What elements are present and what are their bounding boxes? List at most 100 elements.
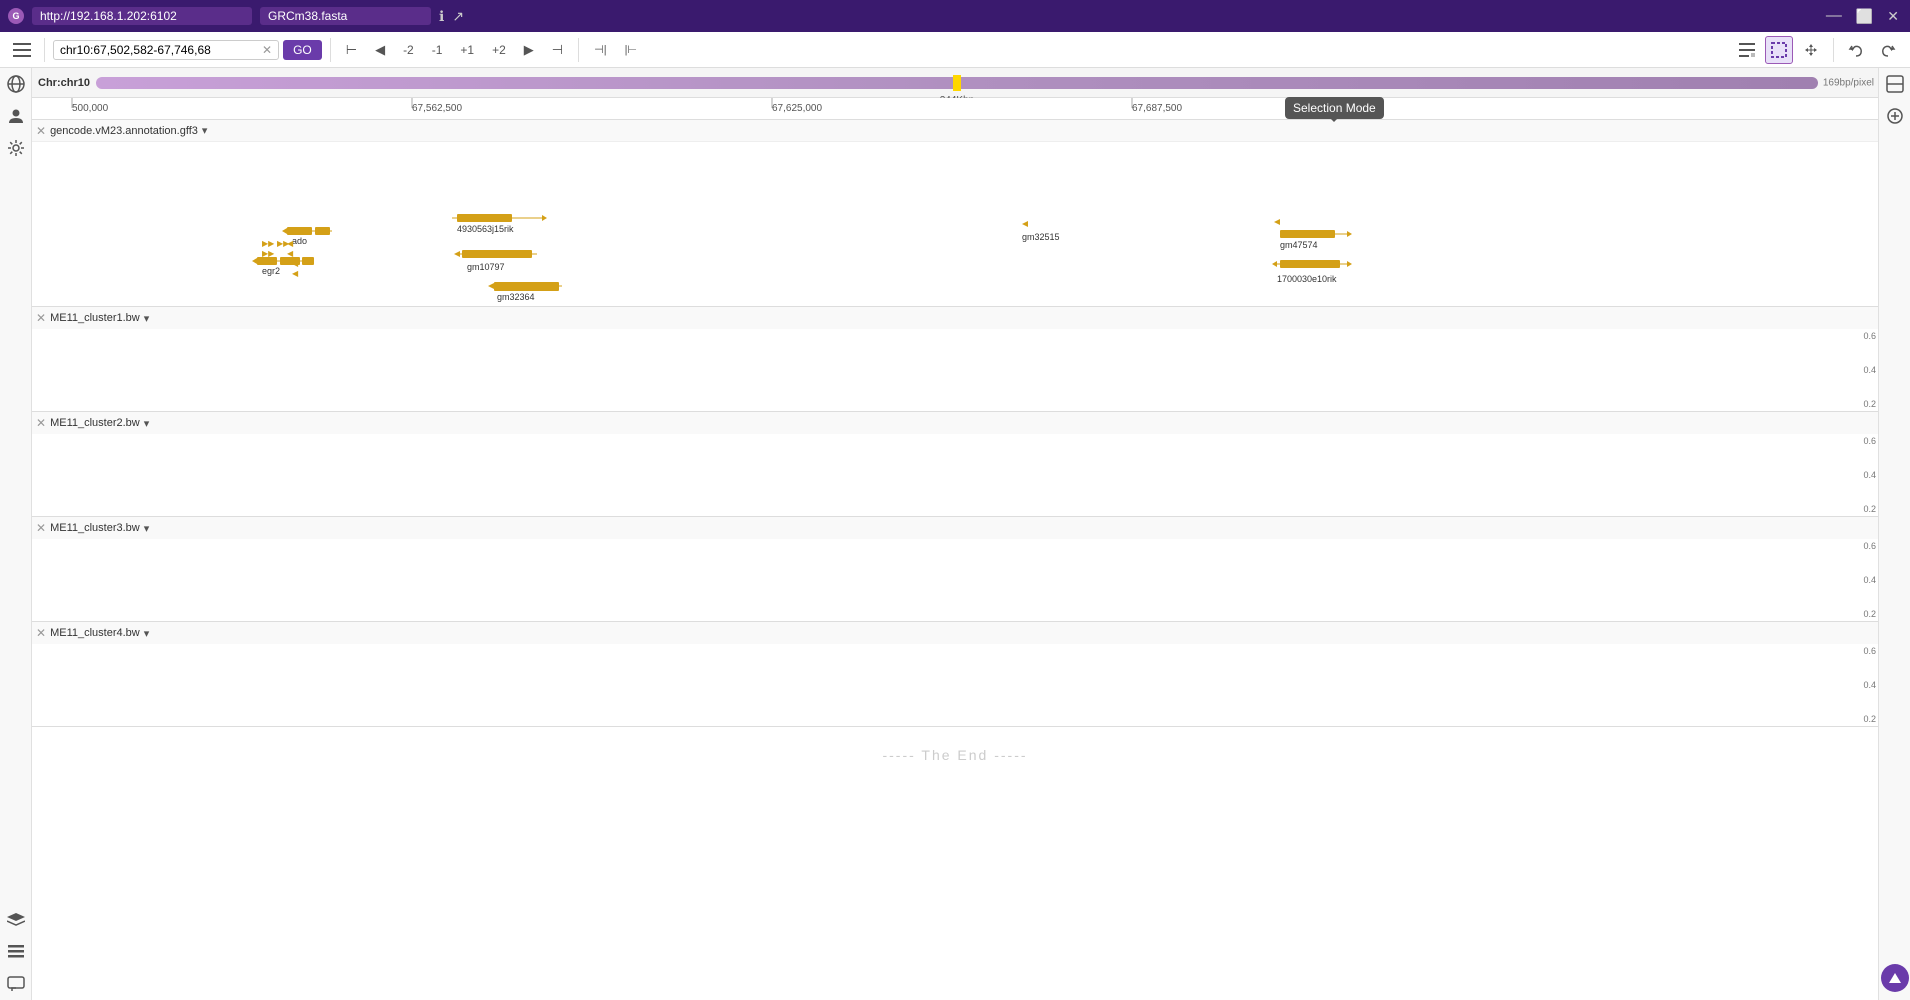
- gencode-track: ✕ gencode.vM23.annotation.gff3 ▾ egr2: [32, 120, 1878, 307]
- svg-text:◀: ◀: [292, 259, 299, 268]
- zoom-in1-button[interactable]: +1: [453, 40, 481, 60]
- fit-all-button[interactable]: ⊣|: [587, 40, 613, 59]
- igv-left-sidebar: [0, 68, 32, 1000]
- menu-icon[interactable]: [8, 36, 36, 64]
- user-icon[interactable]: [4, 104, 28, 128]
- igv-main: Chr:chr10 244Kbp 169bp/pixel 500,000 67,…: [0, 68, 1910, 1000]
- next-page-button[interactable]: ▶: [517, 39, 541, 61]
- ME11-cluster3-dropdown[interactable]: ▾: [144, 522, 150, 535]
- zoom-in2-button[interactable]: +2: [485, 40, 513, 60]
- locus-wrapper: ✕: [53, 40, 279, 60]
- chat-icon[interactable]: [4, 972, 28, 996]
- ruler-ticks: [32, 98, 1878, 120]
- ME11-cluster3-content[interactable]: 0.6 0.4 0.2: [32, 539, 1878, 621]
- zoom-out2-button[interactable]: -2: [396, 40, 421, 60]
- ME11-cluster1-track: ✕ ME11_cluster1.bw ▾ /* signal bars rend…: [32, 307, 1878, 412]
- ME11-cluster3-name: ME11_cluster3.bw: [50, 522, 140, 534]
- svg-text:▶▶: ▶▶: [262, 239, 275, 248]
- selection-mode-button[interactable]: [1765, 36, 1793, 64]
- ruler-track: 500,000 67,562,500 67,625,000 67,687,500: [32, 98, 1878, 120]
- ME11-cluster1-close-button[interactable]: ✕: [36, 311, 46, 325]
- igv-tracks: Chr:chr10 244Kbp 169bp/pixel 500,000 67,…: [32, 68, 1878, 1000]
- track-list-icon[interactable]: [1733, 36, 1761, 64]
- ME11-cluster2-name: ME11_cluster2.bw: [50, 417, 140, 429]
- redo-button[interactable]: [1874, 36, 1902, 64]
- window-minimize-icon[interactable]: —: [1826, 7, 1842, 25]
- locus-clear-button[interactable]: ✕: [262, 43, 272, 57]
- genome-icon[interactable]: [4, 72, 28, 96]
- ME11-cluster1-content[interactable]: /* signal bars rendered below via SVG re…: [32, 329, 1878, 411]
- zoom-out1-button[interactable]: -1: [425, 40, 450, 60]
- ME11-cluster4-scale: 0.6 0.4 0.2: [1863, 644, 1876, 726]
- ME11-cluster1-dropdown[interactable]: ▾: [144, 312, 150, 325]
- ME11-cluster4-canvas: [32, 644, 1848, 726]
- settings-icon[interactable]: [4, 136, 28, 160]
- gene-annotations-svg: egr2 ado ▶▶ ▶▶ ▶▶ ◀ ◀ ◀ ◀: [32, 142, 1878, 307]
- ME11-cluster1-canvas: [32, 329, 1848, 411]
- pan-mode-button[interactable]: [1797, 36, 1825, 64]
- ME11-cluster4-header: ✕ ME11_cluster4.bw ▾: [32, 622, 1878, 644]
- ME11-cluster4-close-button[interactable]: ✕: [36, 626, 46, 640]
- svg-text:◀: ◀: [292, 269, 299, 278]
- scroll-up-button[interactable]: [1881, 964, 1909, 992]
- genome-ref-input[interactable]: [260, 7, 431, 25]
- svg-text:gm47574: gm47574: [1280, 240, 1318, 250]
- ME11-cluster1-name: ME11_cluster1.bw: [50, 312, 140, 324]
- right-panel-icon-1[interactable]: [1883, 72, 1907, 96]
- svg-text:◀: ◀: [287, 249, 294, 258]
- ME11-cluster2-content[interactable]: 0.6 0.4 0.2: [32, 434, 1878, 516]
- window-close-icon[interactable]: ✕: [1887, 8, 1899, 25]
- layers-icon[interactable]: [4, 908, 28, 932]
- igv-toolbar: ✕ GO ⊢ ◀ -2 -1 +1 +2 ▶ ⊣ ⊣| |⊢: [0, 32, 1910, 68]
- last-button[interactable]: ⊣: [545, 39, 570, 61]
- chr-bar-container[interactable]: 244Kbp: [96, 77, 1818, 89]
- ME11-cluster1-header: ✕ ME11_cluster1.bw ▾: [32, 307, 1878, 329]
- locus-input[interactable]: [60, 43, 260, 57]
- svg-text:gm32515: gm32515: [1022, 232, 1060, 242]
- toolbar-separator-1: [44, 38, 45, 62]
- ME11-cluster2-header: ✕ ME11_cluster2.bw ▾: [32, 412, 1878, 434]
- prev-page-button[interactable]: ◀: [368, 39, 392, 61]
- ME11-cluster2-dropdown[interactable]: ▾: [144, 417, 150, 430]
- gencode-track-name: gencode.vM23.annotation.gff3: [50, 125, 198, 137]
- ME11-cluster3-track: ✕ ME11_cluster3.bw ▾ 0.6 0.4 0.2: [32, 517, 1878, 622]
- toolbar-separator-2: [330, 38, 331, 62]
- selection-mode-tooltip: Selection Mode: [1285, 97, 1384, 119]
- ME11-cluster4-track: ✕ ME11_cluster4.bw ▾ 0.6 0.4 0.2: [32, 622, 1878, 727]
- the-end: ----- The End -----: [32, 727, 1878, 783]
- undo-button[interactable]: [1842, 36, 1870, 64]
- ME11-cluster2-close-button[interactable]: ✕: [36, 416, 46, 430]
- browser-bar: G ℹ ↗ — ⬜ ✕: [0, 0, 1910, 32]
- svg-text:▶▶: ▶▶: [262, 249, 275, 258]
- chromosome-track: Chr:chr10 244Kbp 169bp/pixel: [32, 68, 1878, 98]
- ME11-cluster4-dropdown[interactable]: ▾: [144, 627, 150, 640]
- ME11-cluster4-content[interactable]: 0.6 0.4 0.2: [32, 644, 1878, 726]
- share-icon[interactable]: ↗: [452, 8, 464, 25]
- svg-text:ado: ado: [292, 236, 307, 246]
- window-restore-icon[interactable]: ⬜: [1856, 8, 1873, 25]
- ME11-cluster3-canvas: [32, 539, 1848, 621]
- gencode-track-content[interactable]: egr2 ado ▶▶ ▶▶ ▶▶ ◀ ◀ ◀ ◀: [32, 142, 1878, 307]
- first-button[interactable]: ⊢: [339, 39, 364, 61]
- ME11-cluster3-header: ✕ ME11_cluster3.bw ▾: [32, 517, 1878, 539]
- go-button[interactable]: GO: [283, 40, 322, 60]
- info-icon[interactable]: ℹ: [439, 8, 444, 25]
- gencode-close-button[interactable]: ✕: [36, 124, 46, 138]
- ME11-cluster2-canvas: [32, 434, 1848, 516]
- svg-text:gm32364: gm32364: [497, 292, 535, 302]
- svg-text:gm10797: gm10797: [467, 262, 505, 272]
- svg-text:egr2: egr2: [262, 266, 280, 276]
- toolbar-separator-3: [578, 38, 579, 62]
- fit-region-button[interactable]: |⊢: [618, 40, 644, 59]
- ME11-cluster1-scale: 0.6 0.4 0.2: [1863, 329, 1876, 411]
- chr-label: Chr:chr10: [32, 77, 96, 89]
- svg-text:◀: ◀: [287, 239, 294, 248]
- gencode-track-dropdown[interactable]: ▾: [202, 124, 208, 137]
- ME11-cluster3-close-button[interactable]: ✕: [36, 521, 46, 535]
- svg-text:4930563j15rik: 4930563j15rik: [457, 224, 514, 234]
- toolbar-separator-4: [1833, 38, 1834, 62]
- url-input[interactable]: [32, 7, 252, 25]
- right-panel-icon-2[interactable]: [1883, 104, 1907, 128]
- bp-per-pixel-label: 169bp/pixel: [1823, 77, 1874, 88]
- list-icon[interactable]: [4, 940, 28, 964]
